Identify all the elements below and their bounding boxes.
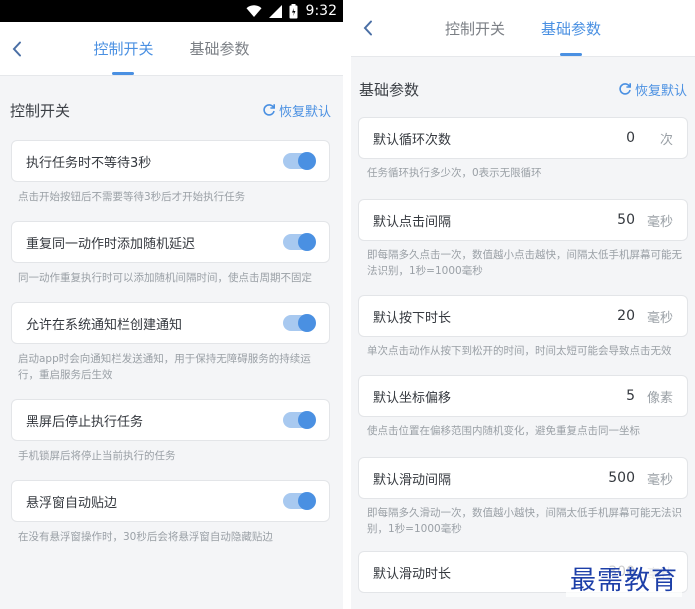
setting-card-screen-off-stop[interactable]: 黑屏后停止执行任务 xyxy=(11,399,330,441)
toggle-switch[interactable] xyxy=(283,492,316,510)
tab-basic-params[interactable]: 基础参数 xyxy=(541,0,601,56)
chevron-left-icon xyxy=(12,41,21,56)
param-card-press-duration[interactable]: 默认按下时长 20 毫秒 xyxy=(358,295,688,337)
toggle-switch[interactable] xyxy=(283,233,316,251)
param-unit: 像素 xyxy=(646,390,673,406)
param-label: 默认坐标偏移 xyxy=(373,390,452,406)
restore-default-button[interactable]: 恢复默认 xyxy=(618,80,687,99)
param-hint: 即每隔多久点击一次，数值越小点击越快，间隔太低手机屏幕可能无法识别，1秒=100… xyxy=(367,249,682,277)
section-title: 基础参数 xyxy=(359,80,420,99)
refresh-icon xyxy=(619,83,631,95)
setting-hint: 手机锁屏后将停止当前执行的任务 xyxy=(18,450,176,462)
param-hint: 任务循环执行多少次，0表示无限循环 xyxy=(367,167,542,179)
param-hint: 即每隔多久滑动一次，数值越小越快，间隔太低手机屏幕可能无法识别，1秒=1000毫… xyxy=(367,507,682,535)
param-unit: 次 xyxy=(659,132,673,148)
param-card-loop-count[interactable]: 默认循环次数 0 次 xyxy=(358,117,688,159)
section-header: 基础参数 恢复默认 xyxy=(359,73,687,105)
restore-default-label: 恢复默认 xyxy=(278,104,331,120)
param-card-coordinate-offset[interactable]: 默认坐标偏移 5 像素 xyxy=(358,375,688,417)
param-unit: 毫秒 xyxy=(646,472,673,488)
param-label: 默认循环次数 xyxy=(373,132,452,148)
left-screen: 9:32 控制开关 基础参数 控制开关 恢复默认 执行任务时不等待3秒 点击开始… xyxy=(0,0,343,609)
section-title: 控制开关 xyxy=(10,101,71,120)
param-unit: 毫秒 xyxy=(646,310,673,326)
param-label: 默认滑动时长 xyxy=(373,566,452,582)
setting-hint: 同一动作重复执行时可以添加随机间隔时间，使点击周期不固定 xyxy=(18,272,312,284)
setting-hint: 启动app时会向通知栏发送通知，用于保持无障碍服务的持续运行，重启服务后生效 xyxy=(18,353,311,381)
setting-card-notification[interactable]: 允许在系统通知栏创建通知 xyxy=(11,302,330,344)
restore-default-button[interactable]: 恢复默认 xyxy=(262,101,331,120)
wifi-icon xyxy=(246,4,262,18)
tab-control-switch[interactable]: 控制开关 xyxy=(93,22,153,75)
top-nav: 控制开关 基础参数 xyxy=(0,22,343,76)
setting-label: 黑屏后停止执行任务 xyxy=(26,414,144,430)
param-label: 默认按下时长 xyxy=(373,310,452,326)
setting-label: 重复同一动作时添加随机延迟 xyxy=(26,236,196,252)
setting-card-random-delay[interactable]: 重复同一动作时添加随机延迟 xyxy=(11,221,330,263)
setting-card-float-snap[interactable]: 悬浮窗自动贴边 xyxy=(11,480,330,522)
toggle-switch[interactable] xyxy=(283,152,316,170)
param-value[interactable]: 500 xyxy=(608,470,635,486)
section-header: 控制开关 恢复默认 xyxy=(10,94,331,126)
setting-card-no-wait[interactable]: 执行任务时不等待3秒 xyxy=(11,140,330,182)
setting-hint: 点击开始按钮后不需要等待3秒后才开始执行任务 xyxy=(18,191,246,203)
param-unit: 毫秒 xyxy=(646,214,673,230)
right-screen: 控制开关 基础参数 基础参数 恢复默认 默认循环次数 0 次 任务循环执行多少次… xyxy=(351,0,695,609)
tab-control-switch[interactable]: 控制开关 xyxy=(445,0,505,56)
param-label: 默认点击间隔 xyxy=(373,214,452,230)
toggle-switch[interactable] xyxy=(283,314,316,332)
toggle-switch[interactable] xyxy=(283,411,316,429)
param-label: 默认滑动间隔 xyxy=(373,472,452,488)
status-time: 9:32 xyxy=(305,3,337,19)
status-bar: 9:32 xyxy=(0,0,343,22)
setting-label: 允许在系统通知栏创建通知 xyxy=(26,317,183,333)
setting-label: 悬浮窗自动贴边 xyxy=(26,495,118,511)
setting-label: 执行任务时不等待3秒 xyxy=(26,155,152,171)
param-hint: 使点击位置在偏移范围内随机变化，避免重复点击同一坐标 xyxy=(367,425,640,437)
refresh-icon xyxy=(263,104,275,116)
battery-icon xyxy=(289,3,298,19)
param-value[interactable]: 20 xyxy=(617,308,635,324)
back-button[interactable] xyxy=(6,38,28,60)
param-value[interactable]: 0 xyxy=(626,130,635,146)
signal-icon xyxy=(268,4,282,18)
setting-hint: 在没有悬浮窗操作时，30秒后会将悬浮窗自动隐藏贴边 xyxy=(18,531,273,543)
restore-default-label: 恢复默认 xyxy=(634,83,687,99)
param-value[interactable]: 50 xyxy=(617,212,635,228)
param-card-swipe-interval[interactable]: 默认滑动间隔 500 毫秒 xyxy=(358,457,688,499)
tab-basic-params[interactable]: 基础参数 xyxy=(190,22,250,75)
top-nav: 控制开关 基础参数 xyxy=(351,0,695,57)
param-card-click-interval[interactable]: 默认点击间隔 50 毫秒 xyxy=(358,199,688,241)
back-button[interactable] xyxy=(357,17,379,39)
param-hint: 单次点击动作从按下到松开的时间，时间太短可能会导致点击无效 xyxy=(367,345,672,357)
chevron-left-icon xyxy=(363,20,372,36)
watermark-text: 最需教育 xyxy=(566,560,683,597)
param-value[interactable]: 5 xyxy=(626,388,635,404)
